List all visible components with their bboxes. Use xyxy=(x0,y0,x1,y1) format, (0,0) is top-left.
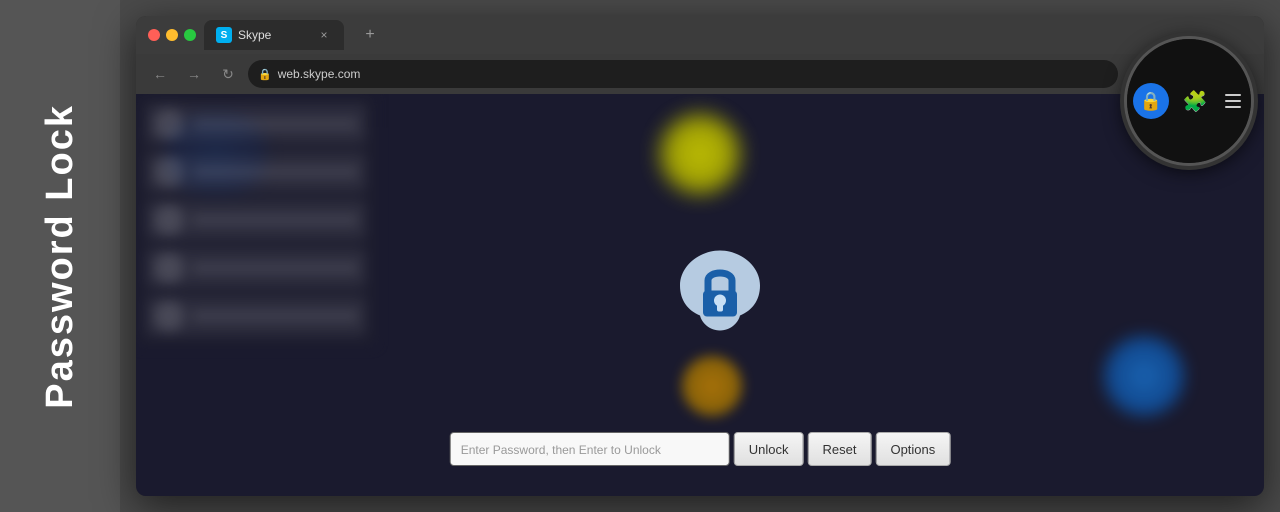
tab-title: Skype xyxy=(238,28,310,42)
reload-button[interactable]: ↻ xyxy=(214,60,242,88)
background-blob-blue-bottom-right xyxy=(1104,336,1184,416)
menu-line-2 xyxy=(1225,100,1241,102)
magnifier-overlay: 🔒 🧩 xyxy=(1124,36,1254,166)
lock-center-icon xyxy=(670,246,770,336)
blurred-line-2 xyxy=(192,167,358,177)
magnifier-icons: 🔒 🧩 xyxy=(1133,83,1245,119)
maximize-button[interactable] xyxy=(184,29,196,41)
browser-tab[interactable]: S Skype × xyxy=(204,20,344,50)
mag-puzzle-icon: 🧩 xyxy=(1179,85,1211,117)
blurred-avatar-4 xyxy=(154,253,184,283)
background-blob-orange xyxy=(682,356,742,416)
blurred-line-4 xyxy=(192,263,358,273)
lock-bubble xyxy=(670,246,770,336)
mag-lock-symbol: 🔒 xyxy=(1140,91,1162,112)
address-bar-row: ← → ↻ 🔒 web.skype.com 🔒 🧩 ⋮ xyxy=(136,54,1264,94)
minimize-button[interactable] xyxy=(166,29,178,41)
blurred-sidebar xyxy=(136,94,376,346)
blurred-avatar-1 xyxy=(154,109,184,139)
blurred-line-1 xyxy=(192,119,358,129)
tab-favicon: S xyxy=(216,27,232,43)
address-bar[interactable]: 🔒 web.skype.com xyxy=(248,60,1118,88)
reset-button[interactable]: Reset xyxy=(807,432,871,466)
blurred-avatar-5 xyxy=(154,301,184,331)
options-button[interactable]: Options xyxy=(875,432,950,466)
forward-button[interactable]: → xyxy=(180,60,208,88)
blurred-line-3 xyxy=(192,215,358,225)
tab-bar-row: S Skype × + xyxy=(136,16,1264,54)
new-tab-button[interactable]: + xyxy=(356,21,384,49)
tab-close-button[interactable]: × xyxy=(316,27,332,43)
unlock-button[interactable]: Unlock xyxy=(734,432,804,466)
mag-extension-lock-icon: 🔒 xyxy=(1133,83,1169,119)
browser-chrome: S Skype × + ← → ↻ 🔒 web.skype.com 🔒 xyxy=(136,16,1264,94)
blurred-avatar-3 xyxy=(154,205,184,235)
traffic-lights xyxy=(148,29,196,41)
browser-content: Unlock Reset Options xyxy=(136,94,1264,496)
background-blob-yellow xyxy=(660,114,740,194)
blurred-contact-item xyxy=(146,296,366,336)
sidebar-title: Password Lock xyxy=(39,104,82,409)
magnifier-content: 🔒 🧩 xyxy=(1127,39,1251,163)
security-lock-icon: 🔒 xyxy=(258,68,272,81)
password-input[interactable] xyxy=(450,432,730,466)
blurred-contact-item xyxy=(146,104,366,144)
blurred-line-5 xyxy=(192,311,358,321)
mag-menu-icon xyxy=(1221,89,1245,113)
sidebar: Password Lock xyxy=(0,0,120,512)
close-button[interactable] xyxy=(148,29,160,41)
url-text: web.skype.com xyxy=(278,67,361,81)
blurred-contact-item xyxy=(146,152,366,192)
blurred-contact-item xyxy=(146,200,366,240)
blurred-avatar-2 xyxy=(154,157,184,187)
back-button[interactable]: ← xyxy=(146,60,174,88)
menu-line-1 xyxy=(1225,94,1241,96)
blurred-contact-item xyxy=(146,248,366,288)
browser-window: S Skype × + ← → ↻ 🔒 web.skype.com 🔒 xyxy=(136,16,1264,496)
password-bar: Unlock Reset Options xyxy=(450,432,951,466)
menu-line-3 xyxy=(1225,106,1241,108)
